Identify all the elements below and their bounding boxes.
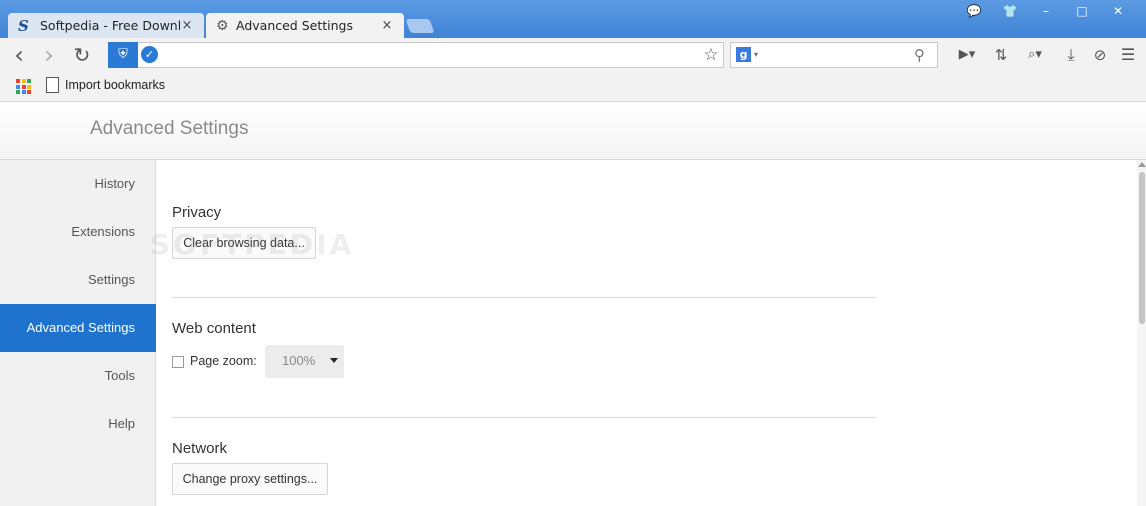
apps-dot	[16, 79, 20, 83]
sidebar-item-help[interactable]: Help	[0, 400, 156, 448]
sidebar-item-settings[interactable]: Settings	[0, 256, 156, 304]
apps-dot	[21, 79, 26, 83]
privacy-heading: Privacy	[172, 204, 222, 221]
skin-icon[interactable]: 👕	[992, 2, 1028, 20]
feedback-icon[interactable]: 💬	[956, 2, 992, 20]
new-tab-button[interactable]	[405, 19, 435, 33]
section-divider	[172, 297, 876, 298]
tab-advanced-settings[interactable]: ⚙ Advanced Settings ×	[206, 13, 404, 38]
address-bar[interactable]	[108, 42, 724, 68]
import-bookmarks-link[interactable]: Import bookmarks	[65, 78, 165, 92]
google-icon[interactable]: g	[736, 47, 751, 62]
page-title: Advanced Settings	[90, 118, 249, 139]
window-controls: 💬 👕 – □ ✕	[956, 2, 1136, 20]
tab-close-icon[interactable]: ×	[380, 18, 394, 33]
tab-softpedia[interactable]: S Softpedia - Free Download ×	[8, 13, 204, 38]
search-icon[interactable]: ⚲	[914, 44, 925, 66]
apps-dot	[16, 90, 20, 94]
page-zoom-checkbox[interactable]	[172, 356, 184, 368]
apps-dot	[21, 84, 26, 89]
menu-icon[interactable]: ☰	[1117, 44, 1139, 66]
maximize-button[interactable]: □	[1064, 2, 1100, 20]
scrollbar-thumb[interactable]	[1139, 172, 1145, 324]
web-content-heading: Web content	[172, 320, 256, 337]
import-bookmarks-icon	[46, 77, 59, 93]
tab-label: Softpedia - Free Download	[40, 18, 180, 33]
bookmark-star-icon[interactable]: ☆	[700, 43, 722, 67]
search-input[interactable]	[730, 42, 938, 68]
back-icon[interactable]: ‹	[8, 43, 30, 67]
apps-dot	[21, 90, 26, 94]
sidebar-item-history[interactable]: History	[0, 160, 156, 208]
title-bar: S Softpedia - Free Download × ⚙ Advanced…	[0, 0, 1146, 38]
forward-icon[interactable]: ›	[38, 43, 60, 67]
tab-label: Advanced Settings	[236, 18, 353, 33]
change-proxy-settings-button[interactable]: Change proxy settings...	[172, 463, 328, 495]
apps-icon[interactable]	[16, 79, 31, 94]
bookmarks-bar	[0, 72, 1146, 102]
sync-icon[interactable]: ⇅	[990, 44, 1012, 66]
gear-icon: ⚙	[216, 17, 229, 34]
network-heading: Network	[172, 440, 228, 457]
chevron-down-icon[interactable]: ▾	[754, 47, 758, 62]
apps-dot	[27, 79, 31, 83]
sidebar-item-tools[interactable]: Tools	[0, 352, 156, 400]
apps-dot	[27, 90, 31, 94]
video-icon[interactable]: ▶▾	[952, 44, 982, 66]
watermark: SOFTPEDIA	[150, 228, 355, 261]
softpedia-logo-icon: S	[18, 16, 29, 35]
verified-icon[interactable]: ✓	[141, 46, 158, 63]
apps-dot	[27, 84, 31, 89]
minimize-button[interactable]: –	[1028, 2, 1064, 20]
download-icon[interactable]: ⤓	[1060, 44, 1082, 66]
close-window-button[interactable]: ✕	[1100, 2, 1136, 20]
page-zoom-label: Page zoom:	[190, 354, 257, 368]
sidebar-item-advanced-settings[interactable]: Advanced Settings	[0, 304, 156, 352]
shield-icon[interactable]: ⛨	[108, 42, 138, 68]
capture-icon[interactable]: ⌕▾	[1018, 44, 1052, 66]
reload-icon[interactable]: ↻	[70, 44, 94, 66]
scroll-up-arrow-icon[interactable]	[1138, 162, 1146, 167]
section-divider	[172, 417, 876, 418]
tab-close-icon[interactable]: ×	[180, 18, 194, 33]
dropdown-caret-icon	[330, 358, 338, 363]
page-zoom-value: 100%	[282, 353, 316, 368]
adblock-icon[interactable]: ⊘	[1089, 44, 1111, 66]
sidebar-item-extensions[interactable]: Extensions	[0, 208, 156, 256]
apps-dot	[16, 84, 20, 89]
